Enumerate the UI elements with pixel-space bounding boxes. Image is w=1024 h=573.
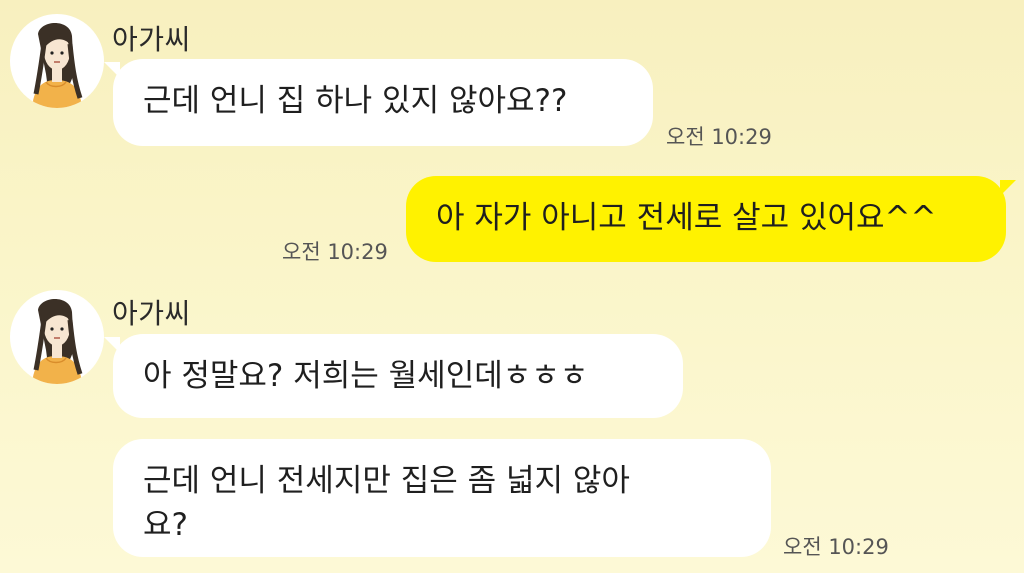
message-bubble[interactable]: 아 자가 아니고 전세로 살고 있어요^^ xyxy=(406,176,1006,262)
woman-portrait-icon xyxy=(32,23,83,108)
sender-name: 아가씨 xyxy=(112,297,191,330)
message-timestamp: 오전 10:29 xyxy=(666,125,772,149)
woman-portrait-icon xyxy=(32,299,83,384)
sender-name: 아가씨 xyxy=(112,23,191,56)
sender-avatar[interactable] xyxy=(10,14,104,108)
message-timestamp: 오전 10:29 xyxy=(783,535,889,559)
message-bubble[interactable]: 근데 언니 집 하나 있지 않아요?? xyxy=(113,59,653,146)
chat-area: 아가씨 근데 언니 집 하나 있지 않아요?? 오전 10:29 오전 10:2… xyxy=(0,0,1024,573)
sender-avatar[interactable] xyxy=(10,290,104,384)
message-timestamp: 오전 10:29 xyxy=(282,240,388,264)
bubble-tail xyxy=(1000,180,1016,196)
message-bubble[interactable]: 아 정말요? 저희는 월세인데ㅎㅎㅎ xyxy=(113,334,683,418)
message-bubble[interactable]: 근데 언니 전세지만 집은 좀 넓지 않아 요? xyxy=(113,439,771,557)
